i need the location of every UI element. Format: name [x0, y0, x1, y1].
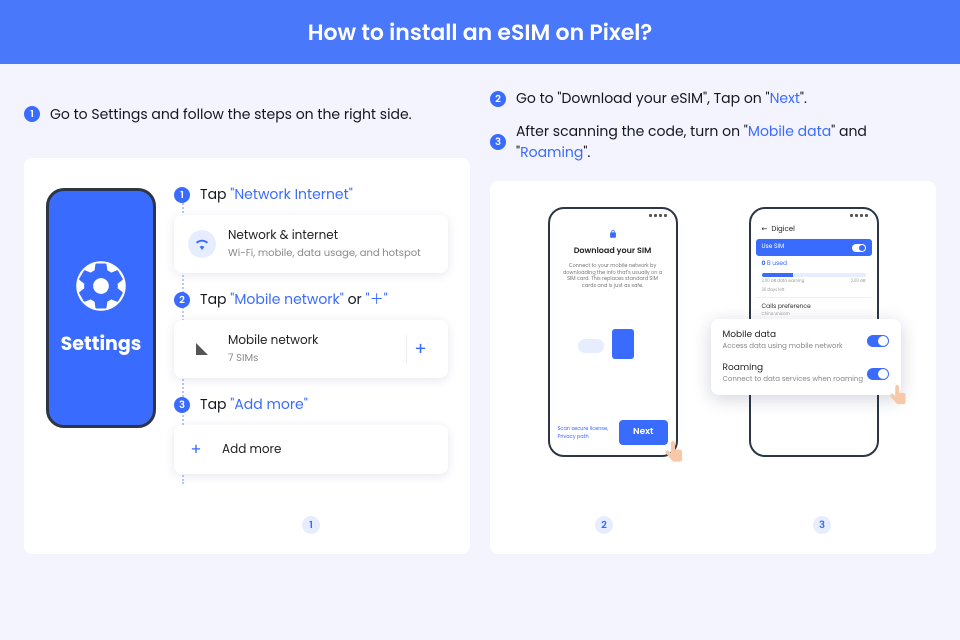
card-sub: 7 SIMs [228, 350, 318, 366]
data-usage-bar [762, 273, 866, 277]
left-intro: 1 Go to Settings and follow the steps on… [24, 88, 470, 140]
card-title: Mobile network [228, 332, 318, 350]
header: How to install an eSIM on Pixel? [0, 0, 960, 64]
panel-badge-3: 3 [813, 516, 831, 534]
mobile-network-card[interactable]: Mobile network 7 SIMs + [174, 320, 448, 378]
right-intro: 2 Go to "Download your eSIM", Tap on "Ne… [490, 88, 936, 163]
page-title: How to install an eSIM on Pixel? [308, 16, 653, 49]
mobile-data-toggle[interactable]: Mobile dataAccess data using mobile netw… [723, 329, 889, 352]
hand-pointer-icon [887, 383, 911, 411]
add-more-card[interactable]: + Add more [174, 425, 448, 474]
panel-badge-1: 1 [302, 516, 320, 534]
use-sim-toggle[interactable]: Use SIM [756, 239, 872, 256]
step-2: 2 Tap "Mobile network" or "＋" Mobile net… [174, 289, 448, 378]
panel-badge-2: 2 [595, 516, 613, 534]
hand-pointer-icon [662, 439, 688, 469]
left-panel: Settings 1 Tap "Network Internet" Networ… [24, 158, 470, 554]
signal-icon [188, 335, 216, 363]
step-badge-3: 3 [490, 134, 506, 150]
roaming-toggle[interactable]: RoamingConnect to data services when roa… [723, 362, 889, 385]
step-badge-2: 2 [490, 91, 506, 107]
lock-icon [608, 229, 618, 239]
network-internet-card[interactable]: Network & internet Wi-Fi, mobile, data u… [174, 215, 448, 273]
phone-settings: Settings [46, 188, 156, 428]
step-badge-1: 1 [24, 106, 40, 122]
toggles-popup: Mobile dataAccess data using mobile netw… [711, 319, 901, 395]
left-intro-text: Go to Settings and follow the steps on t… [50, 104, 412, 125]
dl-footer-link[interactable]: Scan secure license, Privacy path [558, 425, 619, 441]
next-button[interactable]: Next [619, 420, 668, 445]
phone-download-sim: Download your SIM Connect to your mobile… [548, 207, 678, 457]
toggle-on-icon [852, 244, 866, 252]
toggle-on-icon [867, 368, 889, 380]
phone-sim-settings: ←Digicel Use SIM 0 B used 2.00 GB data w… [749, 207, 879, 457]
plus-icon: + [188, 437, 204, 462]
dl-desc: Connect to your mobile network by downlo… [561, 263, 665, 289]
step-3: 3 Tap "Add more" + Add more [174, 394, 448, 474]
dl-title: Download your SIM [574, 245, 652, 257]
right-panel: Download your SIM Connect to your mobile… [490, 181, 936, 554]
gear-icon [74, 259, 128, 313]
sim-illustration [578, 329, 648, 369]
toggle-on-icon [867, 335, 889, 347]
add-sim-button[interactable]: + [406, 335, 434, 363]
wifi-icon [188, 230, 216, 258]
back-icon[interactable]: ← [762, 225, 768, 235]
phone-label: Settings [61, 329, 142, 358]
card-title: Add more [222, 441, 281, 459]
step-num: 2 [174, 292, 190, 308]
step-num: 3 [174, 397, 190, 413]
carrier-name: Digicel [771, 225, 794, 235]
step-num: 1 [174, 187, 190, 203]
card-sub: Wi-Fi, mobile, data usage, and hotspot [228, 245, 421, 261]
card-title: Network & internet [228, 227, 421, 245]
step-1: 1 Tap "Network Internet" Network & inter… [174, 184, 448, 273]
